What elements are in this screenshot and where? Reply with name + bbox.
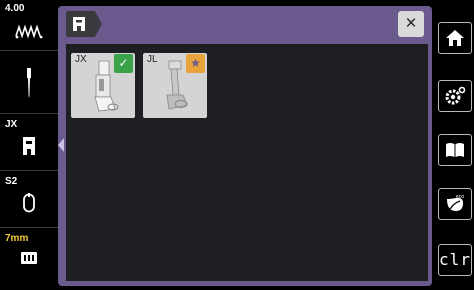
panel-pointer <box>58 138 64 152</box>
thread-length-section[interactable]: 7mm <box>0 228 58 290</box>
presser-foot-section[interactable]: JX <box>0 114 58 171</box>
foot-card-jl[interactable]: JL ★ <box>143 53 207 118</box>
presser-foot-jx-image <box>94 60 119 112</box>
stitch-plate-section[interactable]: S2 <box>0 171 58 228</box>
stitch-width-section[interactable]: 4.00 <box>0 0 58 51</box>
right-toolbar: eco clr <box>432 0 474 290</box>
presser-foot-tab[interactable] <box>66 11 102 37</box>
svg-text:eco: eco <box>456 194 464 200</box>
foot-card-jx[interactable]: JX ✓ <box>71 53 135 118</box>
feed-dog-icon <box>21 252 37 264</box>
needle-section[interactable] <box>0 51 58 114</box>
settings-icon <box>445 86 466 105</box>
clear-button[interactable]: clr <box>438 244 472 276</box>
book-icon <box>446 143 464 157</box>
presser-foot-label: JX <box>5 119 18 130</box>
stitch-width-icon <box>15 24 43 39</box>
presser-foot-icon <box>73 17 85 31</box>
clear-label: clr <box>439 250 471 269</box>
home-icon <box>446 30 464 46</box>
eco-icon: eco <box>447 194 464 211</box>
close-icon: × <box>405 13 417 34</box>
home-button[interactable] <box>438 22 472 54</box>
presser-foot-jl-image <box>166 60 188 110</box>
stitch-width-value: 4.00 <box>5 3 25 14</box>
manual-button[interactable] <box>438 134 472 166</box>
close-button[interactable]: × <box>398 11 424 37</box>
settings-button[interactable] <box>438 80 472 112</box>
needle-icon <box>27 68 31 98</box>
left-sidebar: 4.00 JX S2 7mm <box>0 0 58 290</box>
eco-button[interactable]: eco <box>438 188 472 220</box>
stitch-plate-label: S2 <box>5 176 18 187</box>
thread-length-label: 7mm <box>5 233 29 244</box>
stitch-plate-icon <box>23 193 35 213</box>
presser-foot-icon <box>23 137 35 155</box>
